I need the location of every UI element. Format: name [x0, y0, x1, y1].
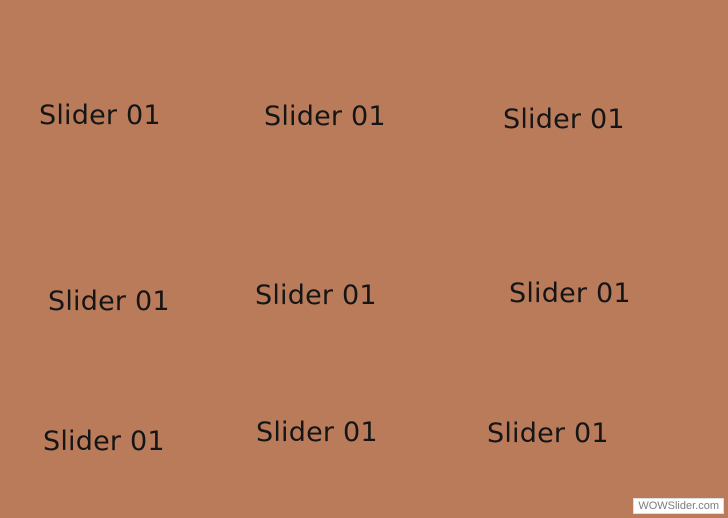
- slider-label-2: Slider 01: [264, 101, 386, 132]
- slider-label-7: Slider 01: [43, 426, 165, 457]
- slider-label-6: Slider 01: [509, 278, 631, 309]
- slider-label-3: Slider 01: [503, 104, 625, 135]
- slider-label-9: Slider 01: [487, 418, 609, 449]
- slide-image: Slider 01 Slider 01 Slider 01 Slider 01 …: [0, 0, 728, 518]
- slider-label-4: Slider 01: [48, 286, 170, 317]
- slider-label-8: Slider 01: [256, 417, 378, 448]
- wowslider-watermark-link[interactable]: WOWSlider.com: [633, 498, 724, 514]
- slider-label-5: Slider 01: [255, 280, 377, 311]
- slider-label-1: Slider 01: [39, 100, 161, 131]
